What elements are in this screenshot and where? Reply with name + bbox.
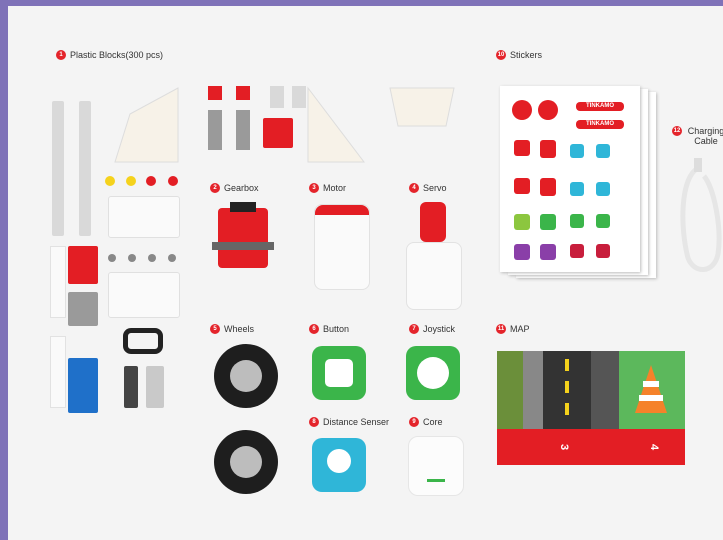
- badge-2: 2: [210, 183, 220, 193]
- label-text: Motor: [323, 183, 347, 193]
- label-text: Wheels: [224, 324, 255, 334]
- product-photo: 1 Plastic Blocks(300 pcs) 2 Gearbox 3 Mo…: [8, 6, 723, 540]
- label-charging-cable: 12 Charging Cable: [672, 126, 723, 146]
- label-text: Charging Cable: [687, 126, 723, 146]
- motor: [314, 204, 370, 290]
- badge-7: 7: [409, 324, 419, 334]
- label-core: 9 Core: [409, 417, 443, 427]
- map-number-3: 3: [558, 443, 571, 451]
- gearbox: [212, 202, 274, 284]
- label-plastic-blocks: 1 Plastic Blocks(300 pcs): [56, 50, 163, 60]
- label-map: 11 MAP: [496, 324, 530, 334]
- sticker-brand: TINKAMO: [576, 120, 624, 129]
- label-text: Stickers: [510, 50, 543, 60]
- button-module: [312, 346, 366, 400]
- badge-8: 8: [309, 417, 319, 427]
- sticker-sheets: TINKAMO TINKAMO: [500, 86, 662, 282]
- wheel-top: [214, 344, 278, 408]
- badge-11: 11: [496, 324, 506, 334]
- distance-sensor-module: [312, 438, 366, 492]
- label-text: Core: [423, 417, 443, 427]
- label-text: Servo: [423, 183, 447, 193]
- badge-1: 1: [56, 50, 66, 60]
- label-text: Button: [323, 324, 350, 334]
- label-gearbox: 2 Gearbox: [210, 183, 259, 193]
- badge-3: 3: [309, 183, 319, 193]
- wheel-bottom: [214, 430, 278, 494]
- label-motor: 3 Motor: [309, 183, 346, 193]
- label-text: MAP: [510, 324, 530, 334]
- servo: [406, 202, 462, 310]
- label-joystick: 7 Joystick: [409, 324, 455, 334]
- map-number-4: 4: [648, 443, 661, 451]
- badge-5: 5: [210, 324, 220, 334]
- label-servo: 4 Servo: [409, 183, 447, 193]
- badge-4: 4: [409, 183, 419, 193]
- label-text: Plastic Blocks(300 pcs): [70, 50, 164, 60]
- label-distance-sensor: 8 Distance Senser: [309, 417, 389, 427]
- sticker-brand: TINKAMO: [576, 102, 624, 111]
- badge-6: 6: [309, 324, 319, 334]
- label-text: Joystick: [423, 324, 456, 334]
- joystick-module: [406, 346, 460, 400]
- badge-10: 10: [496, 50, 506, 60]
- label-text: Distance Senser: [323, 417, 390, 427]
- label-stickers: 10 Stickers: [496, 50, 542, 60]
- badge-12: 12: [672, 126, 682, 136]
- label-wheels: 5 Wheels: [210, 324, 254, 334]
- map-mat: 3 4: [497, 351, 685, 465]
- label-button: 6 Button: [309, 324, 349, 334]
- badge-9: 9: [409, 417, 419, 427]
- core-module: [408, 436, 464, 496]
- label-text: Gearbox: [224, 183, 259, 193]
- charging-cable: [680, 158, 722, 272]
